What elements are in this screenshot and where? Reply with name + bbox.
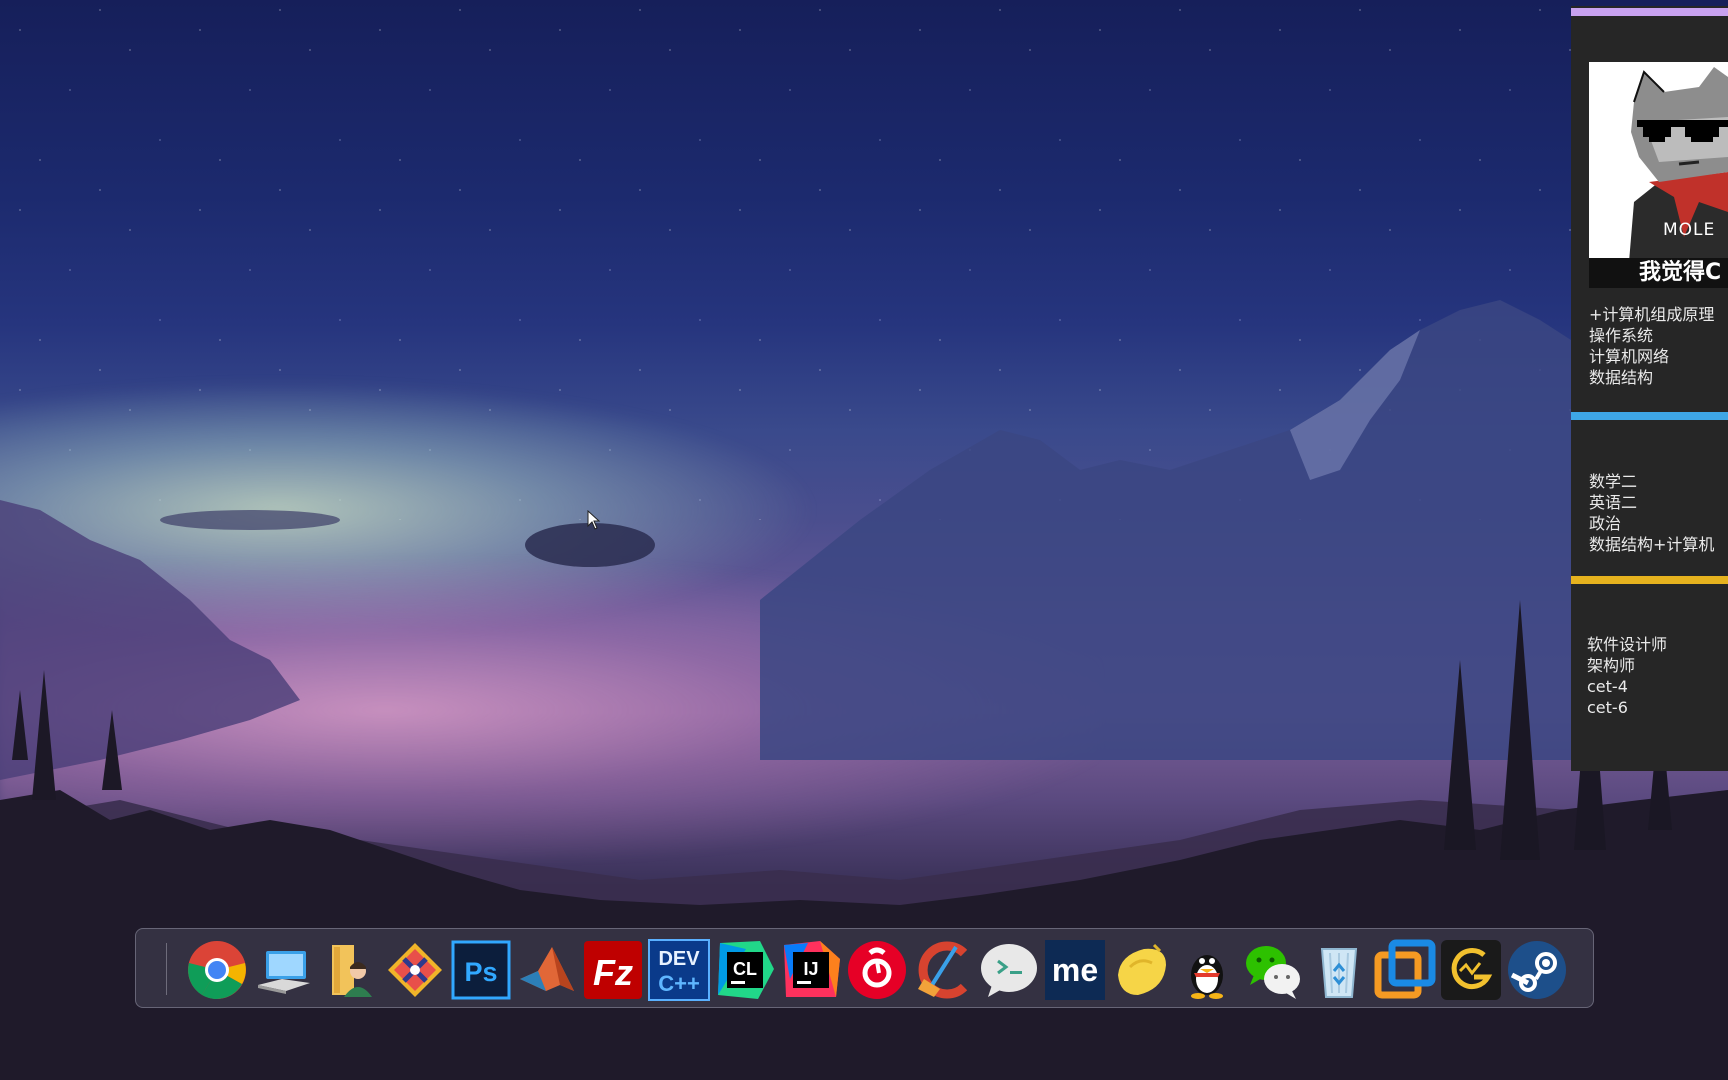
note2-item: 数学二 <box>1589 472 1638 491</box>
intellij-label: IJ <box>803 959 818 979</box>
note1-item: 操作系统 <box>1589 326 1654 345</box>
note2-item: 数据结构+计算机 <box>1589 535 1715 554</box>
note2-item: 政治 <box>1589 514 1622 533</box>
chrome-icon[interactable] <box>186 939 248 1001</box>
avatar: MOLE 我觉得C <box>1589 62 1728 288</box>
photoshop-icon[interactable]: Ps <box>450 939 512 1001</box>
intellij-idea-icon[interactable]: IJ <box>780 939 842 1001</box>
note1-item: 计算机网络 <box>1589 347 1670 366</box>
note3-item: cet-4 <box>1587 677 1628 696</box>
dev-cpp-icon[interactable]: DEV C++ <box>648 939 710 1001</box>
matlab-icon[interactable] <box>516 939 578 1001</box>
user-folder-icon[interactable] <box>318 939 380 1001</box>
clion-icon[interactable]: CL <box>714 939 776 1001</box>
qq-icon[interactable] <box>1176 939 1238 1001</box>
recycle-bin-icon[interactable] <box>1308 939 1370 1001</box>
avatar-shirt-text: MOLE <box>1663 220 1716 240</box>
dev-cpp-label-bottom: C++ <box>658 971 700 996</box>
note3-item: cet-6 <box>1587 698 1628 717</box>
me-app-label: me <box>1052 952 1098 988</box>
sticky-notes-widget[interactable]: MOLE 我觉得C +计算机组成原理 操作系统 计算机网络 数据结构 数学二 英… <box>1571 6 1728 771</box>
note1-item: 数据结构 <box>1589 368 1654 387</box>
git-icon[interactable] <box>384 939 446 1001</box>
me-app-icon[interactable]: me <box>1044 939 1106 1001</box>
wechat-icon[interactable] <box>1242 939 1304 1001</box>
dock: Ps Fz DEV C++ CL IJ me <box>135 928 1594 1008</box>
note2-list[interactable]: 数学二 英语二 政治 数据结构+计算机 <box>1589 471 1714 555</box>
filezilla-label: Fz <box>593 952 633 993</box>
this-pc-icon[interactable] <box>252 939 314 1001</box>
wallpaper-landscape <box>0 300 1728 1080</box>
note2-color-bar <box>1571 412 1728 420</box>
filezilla-icon[interactable]: Fz <box>582 939 644 1001</box>
note1-color-bar <box>1571 8 1728 16</box>
dev-cpp-label-top: DEV <box>658 948 700 970</box>
vmware-icon[interactable] <box>1374 939 1436 1001</box>
arrow-cursor-icon <box>587 510 601 530</box>
steam-icon[interactable] <box>1506 939 1568 1001</box>
note2-item: 英语二 <box>1589 493 1638 512</box>
photoshop-label: Ps <box>464 957 497 987</box>
clion-label: CL <box>733 959 757 979</box>
note3-item: 软件设计师 <box>1587 635 1668 654</box>
avatar-caption: 我觉得C <box>1589 258 1728 288</box>
note3-list[interactable]: 软件设计师 架构师 cet-4 cet-6 <box>1587 634 1667 718</box>
note1-item: +计算机组成原理 <box>1589 305 1715 324</box>
desktop[interactable]: MOLE 我觉得C +计算机组成原理 操作系统 计算机网络 数据结构 数学二 英… <box>0 0 1728 1080</box>
grapher-icon[interactable] <box>1440 939 1502 1001</box>
netease-music-icon[interactable] <box>846 939 908 1001</box>
dock-divider <box>166 943 167 995</box>
note1-list[interactable]: +计算机组成原理 操作系统 计算机网络 数据结构 <box>1589 304 1714 388</box>
ccleaner-icon[interactable] <box>912 939 974 1001</box>
note3-color-bar <box>1571 576 1728 584</box>
chat-terminal-icon[interactable] <box>978 939 1040 1001</box>
note3-item: 架构师 <box>1587 656 1636 675</box>
yellow-bird-icon[interactable] <box>1110 939 1172 1001</box>
